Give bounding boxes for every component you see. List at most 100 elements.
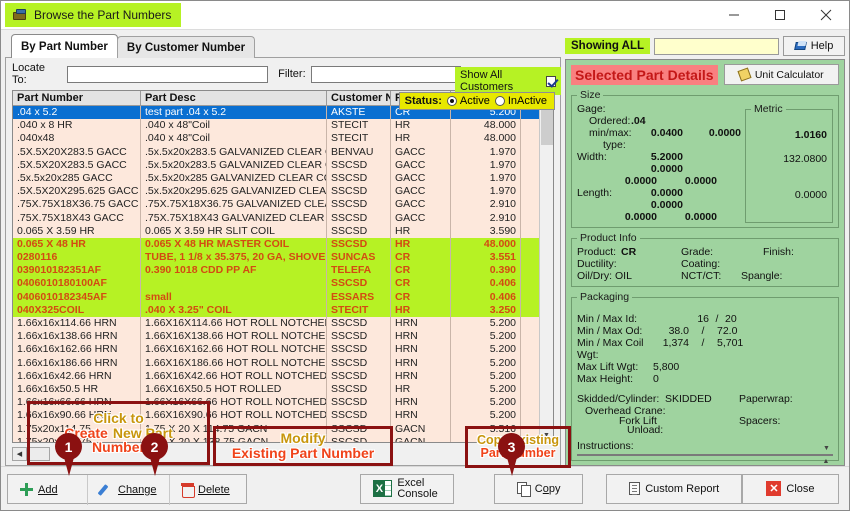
table-row[interactable]: 1.66x16x50.5 HR1.66X16X50.5 HOT ROLLEDSS…	[13, 383, 553, 396]
status-active-radio[interactable]: Active	[447, 95, 490, 107]
calculator-icon	[737, 67, 751, 81]
table-row[interactable]: .5X.5X20X283.5 GACC.5x.5x20x283.5 GALVAN…	[13, 146, 553, 159]
table-row[interactable]: .5x.5x20x285 GACC.5x.5x20x285 GALVANIZED…	[13, 172, 553, 185]
table-row[interactable]: 1.66x16x162.66 HRN1.66X16X162.66 HOT ROL…	[13, 343, 553, 356]
cell-desc: 0.390 1018 CDD PP AF	[141, 264, 327, 277]
close-icon[interactable]	[803, 1, 849, 30]
grid-body[interactable]: .04 x 5.2test part .04 x 5.2AKSTECR5.200…	[13, 106, 553, 442]
cell-desc: .5x.5x20x285 GALVANIZED CLEAR COAT	[141, 172, 327, 185]
unit-calculator-label: Unit Calculator	[755, 69, 824, 81]
table-row[interactable]: 0.065 X 48 HR0.065 X 48 HR MASTER COILSS…	[13, 238, 553, 251]
cell-part: .04 x 5.2	[13, 106, 141, 119]
table-row[interactable]: 0406010180100AFSSCSDCR0.406	[13, 277, 553, 290]
column-header-part-desc[interactable]: Part Desc	[141, 91, 327, 105]
status-label: Status:	[405, 95, 442, 107]
type-row: type:	[577, 139, 741, 151]
left-pane: By Part Number By Customer Number Locate…	[5, 34, 561, 466]
nctct-label: NCT/CT:	[681, 270, 741, 282]
cell-width: 3.551	[451, 251, 521, 264]
cell-cust: SSCSD	[327, 357, 391, 370]
cell-cust: ESSARS	[327, 291, 391, 304]
tab-by-customer-number[interactable]: By Customer Number	[117, 36, 255, 58]
cell-desc: .040 x 48"Coil	[141, 132, 327, 145]
table-row[interactable]: 1.66x16x114.66 HRN1.66X16X114.66 HOT ROL…	[13, 317, 553, 330]
table-row[interactable]: .5X.5X20X283.5 GACC.5x.5x20x283.5 GALVAN…	[13, 159, 553, 172]
annotation-pin-2: 2	[141, 433, 168, 460]
delete-button[interactable]: Delete	[170, 475, 246, 505]
show-all-customers-checkbox[interactable]	[546, 76, 556, 87]
tab-by-part-number[interactable]: By Part Number	[11, 34, 118, 58]
table-row[interactable]: 040X325COIL.040 X 3.25" COILSTECITHR3.25…	[13, 304, 553, 317]
metric-length-value: 0.0000	[751, 189, 827, 201]
cell-width: 1.970	[451, 159, 521, 172]
instructions-scroll-down-icon[interactable]: ▼	[820, 442, 833, 455]
cell-cust: SSCSD	[327, 185, 391, 198]
close-button[interactable]: ✕ Close	[742, 474, 839, 504]
filter-input[interactable]	[311, 66, 461, 83]
cell-desc: 0.065 X 3.59 HR SLIT COIL	[141, 225, 327, 238]
show-all-customers-toggle[interactable]: Show All Customers	[455, 67, 561, 95]
maximize-icon[interactable]	[757, 1, 803, 30]
cell-prod: GACC	[391, 212, 451, 225]
table-row[interactable]: 1.66x16x138.66 HRN1.66X16X138.66 HOT ROL…	[13, 330, 553, 343]
help-button[interactable]: Help	[783, 36, 845, 56]
metric-length-row: 0.0000	[751, 189, 827, 201]
copy-button[interactable]: Copy	[494, 474, 583, 504]
details-header: Selected Part Details Unit Calculator	[571, 64, 839, 85]
instructions-textarea[interactable]: ▲ ▼	[577, 454, 833, 456]
table-row[interactable]: 0.065 X 3.59 HR0.065 X 3.59 HR SLIT COIL…	[13, 225, 553, 238]
excel-console-button[interactable]: X Excel Console	[360, 474, 453, 504]
table-row[interactable]: .040x48.040 x 48"CoilSTECITHR48.000	[13, 132, 553, 145]
locate-to-label: Locate To:	[12, 62, 62, 86]
table-row[interactable]: 039010182351AF0.390 1018 CDD PP AFTELEFA…	[13, 264, 553, 277]
cell-desc: .5x.5x20x283.5 GALVANIZED CLEAR COAT	[141, 146, 327, 159]
grid-vertical-scrollbar[interactable]: ▲ ▼	[539, 91, 553, 442]
tab-by-part-number-label: By Part Number	[21, 41, 108, 53]
minimize-icon[interactable]	[711, 1, 757, 30]
table-row[interactable]: .75X.75X18X36.75 GACC.75X.75X18X36.75 GA…	[13, 198, 553, 211]
cell-cust: SSCSD	[327, 225, 391, 238]
locate-to-input[interactable]	[67, 66, 268, 83]
packaging-group: Packaging Min / Max Id: 16 / 20 Min / Ma…	[571, 291, 839, 461]
status-inactive-radio[interactable]: InActive	[495, 95, 547, 107]
coating-label: Coating:	[681, 258, 720, 270]
spangle-label: Spangle:	[741, 270, 782, 282]
instructions-scroll-up-icon[interactable]: ▲	[820, 455, 832, 466]
showing-value-field[interactable]	[654, 38, 779, 55]
annotation-2-line2: Existing Part Number	[232, 446, 374, 461]
cell-prod: CR	[391, 251, 451, 264]
table-row[interactable]: 0280116TUBE, 1 1/8 x 35.375, 20 GA, SHOV…	[13, 251, 553, 264]
table-row[interactable]: 1.66x16x186.66 HRN1.66X16X186.66 HOT ROL…	[13, 357, 553, 370]
cell-desc: 1.66X16X162.66 HOT ROLL NOTCHED	[141, 343, 327, 356]
cell-part: .040 x 8 HR	[13, 119, 141, 132]
delete-button-label: Delete	[198, 484, 230, 496]
cell-cust: SSCSD	[327, 343, 391, 356]
window-title-highlight: Browse the Part Numbers	[5, 3, 181, 27]
change-button[interactable]: Change	[88, 475, 170, 505]
cell-cust: SSCSD	[327, 330, 391, 343]
cell-width: 48.000	[451, 132, 521, 145]
column-header-customer-no[interactable]: Customer No	[327, 91, 391, 105]
add-button[interactable]: Add	[8, 475, 88, 505]
table-row[interactable]: 0406010182345AFsmallESSARSCR0.406	[13, 291, 553, 304]
table-row[interactable]: 1.66x16x42.66 HRN1.66X16X42.66 HOT ROLL …	[13, 370, 553, 383]
cell-prod: HRN	[391, 357, 451, 370]
column-header-part-number[interactable]: Part Number	[13, 91, 141, 105]
unit-calculator-button[interactable]: Unit Calculator	[724, 64, 839, 85]
footer-toolbar: Add Change Delete X Excel Console	[1, 466, 849, 510]
paperwrap-label: Paperwrap:	[739, 393, 793, 405]
cell-part: 1.66x16x138.66 HRN	[13, 330, 141, 343]
cell-desc: 1.66X16X114.66 HOT ROLL NOTCHED	[141, 317, 327, 330]
table-row[interactable]: .75X.75X18X43 GACC.75X.75X18X43 GALVANIZ…	[13, 212, 553, 225]
cell-width: 3.590	[451, 225, 521, 238]
table-row[interactable]: .040 x 8 HR.040 x 48"CoilSTECITHR48.000	[13, 119, 553, 132]
scroll-left-icon[interactable]: ◀	[12, 447, 27, 461]
cell-part: 039010182351AF	[13, 264, 141, 277]
size-group: Size Gage: Ordered: .04 min/max:	[571, 89, 839, 228]
scroll-thumb[interactable]	[541, 105, 553, 145]
tab-strip: By Part Number By Customer Number	[5, 34, 561, 58]
cell-desc: 1.66X16X50.5 HOT ROLLED	[141, 383, 327, 396]
size-body: Gage: Ordered: .04 min/max: 0.0400 0.000…	[577, 103, 833, 223]
custom-report-button[interactable]: Custom Report	[606, 474, 742, 504]
table-row[interactable]: .5X.5X20X295.625 GACC.5x.5x20x295.625 GA…	[13, 185, 553, 198]
